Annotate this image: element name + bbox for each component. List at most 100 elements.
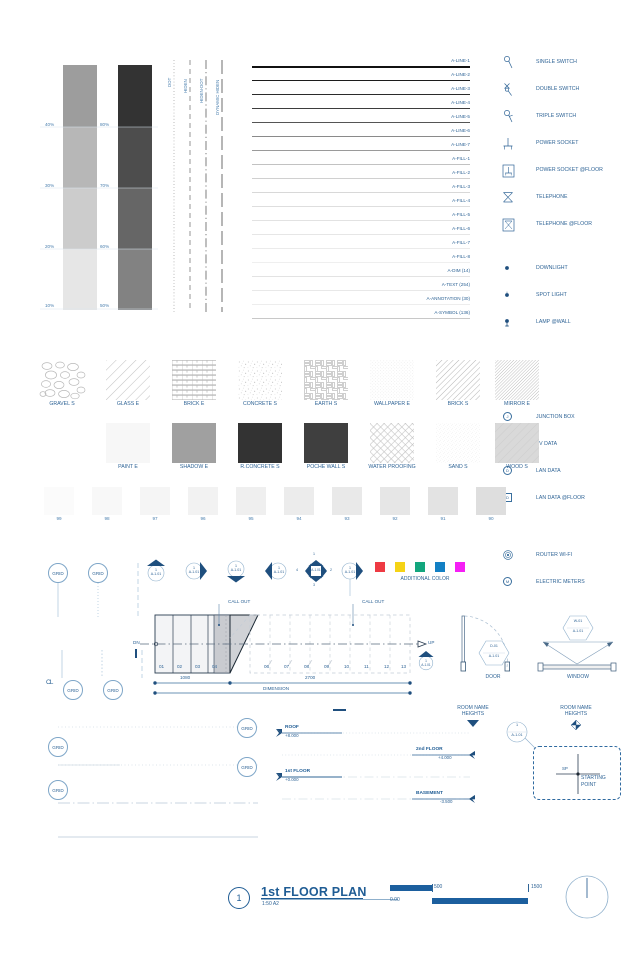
line-weight-label: A-LINE-7 <box>451 142 470 147</box>
color-swatch-red <box>375 562 385 572</box>
scale-bar-end-label: 1500 <box>531 884 543 890</box>
starting-point-box: SP STARTING POINT <box>533 746 621 800</box>
wallpaper-hatch-icon <box>370 360 414 400</box>
callout-number: 1 <box>349 566 351 570</box>
downlight-icon <box>505 266 509 270</box>
grid-bubble[interactable]: GRID <box>237 718 257 738</box>
door-symbol-group: D-01 A-1.01 DOOR <box>458 612 528 687</box>
grid-bubble[interactable]: GRID <box>63 680 83 700</box>
double-switch-icon <box>504 83 512 96</box>
glass-hatch-icon <box>106 360 150 400</box>
callout-text: 1 A-1.01 <box>223 564 249 573</box>
line-weight-label: A-FILL-3 <box>452 184 470 189</box>
starting-point-group: 1 A-1.01 SP STARTING POINT <box>505 720 625 800</box>
room-name-line1: ROOM NAME <box>457 705 489 711</box>
telephone-floor-icon <box>502 218 515 232</box>
hatch-wood <box>495 423 539 463</box>
gray-swatch-label: 97 <box>152 516 158 521</box>
callout-sheet-ref: A-1.01 <box>311 568 321 572</box>
gray-swatch <box>92 487 122 515</box>
legend-row-router-wifi: ROUTER WI-FI <box>500 550 640 566</box>
grid-bubble[interactable]: GRID <box>48 780 68 800</box>
legend-label: TELEPHONE @FLOOR <box>536 221 592 227</box>
line-pattern-label: DYNAMIC HIDEN <box>215 79 220 115</box>
single-switch-icon <box>504 56 513 69</box>
grid-bubble[interactable]: GRID <box>103 680 123 700</box>
hatch-label: MIRROR E <box>504 401 530 407</box>
plan-detail: CALL OUT CALL OUT 01 02 03 04 06 07 08 0… <box>140 598 440 698</box>
window-tag-code: W-01 <box>573 619 583 623</box>
title-view-number[interactable]: 1 <box>228 887 250 909</box>
line-weight-label: A-LINE-4 <box>451 100 470 105</box>
line-weight-label: A-FILL-7 <box>452 240 470 245</box>
call-out-label-right: CALL OUT <box>362 599 385 604</box>
callout-number: 1 <box>193 566 195 570</box>
hatch-label: BRICK S <box>447 401 469 407</box>
legend-row-triple-switch: TRIPLE SWITCH <box>500 109 640 127</box>
gray-swatch-label: 99 <box>56 516 62 521</box>
stair-number: 12 <box>384 664 390 669</box>
callout-text: 1 A-1.01 <box>181 566 207 575</box>
sp-line2: POINT <box>581 781 597 788</box>
callout-marker-up[interactable]: 1 A-1.01 <box>143 558 169 584</box>
line-weight-label: A-FILL-5 <box>452 212 470 217</box>
grid-bubble[interactable]: GRID <box>48 737 68 757</box>
callout-number: 1 <box>235 564 237 568</box>
hatch-brick-s <box>436 360 480 400</box>
up-callout-marker[interactable]: 1 A-1.01 <box>415 650 437 672</box>
grid-bubble[interactable]: GRID <box>88 563 108 583</box>
level-elevation: +0.000 <box>285 777 299 782</box>
center-line-label: CL <box>46 679 53 686</box>
hatch-label: WOOD S <box>506 464 528 470</box>
gray-swatch <box>476 487 506 515</box>
sp-callout-ref: A-1.01 <box>511 733 523 737</box>
line-pattern-label: HIDEN-DOT <box>199 78 204 103</box>
gray-swatch <box>236 487 266 515</box>
grid-bubble[interactable]: GRID <box>48 563 68 583</box>
gray-swatch-label: 95 <box>248 516 254 521</box>
legend-row-downlight: DOWNLIGHT <box>500 262 640 280</box>
callout-marker-down[interactable]: 1 A-1.01 <box>223 558 249 584</box>
level-elevation: -3.500 <box>440 799 453 804</box>
legend-label: SINGLE SWITCH <box>536 59 577 65</box>
window-tag-ref: A-1.01 <box>572 629 584 633</box>
call-out-label-left: CALL OUT <box>228 599 251 604</box>
legend-label: DOUBLE SWITCH <box>536 86 580 92</box>
concrete-hatch-icon <box>238 360 282 400</box>
level-name: BASEMENT <box>416 791 443 796</box>
room-name-line2: HEIGHTS <box>564 711 588 718</box>
scale-bar-tick-mid <box>432 884 433 892</box>
hatch-label: WATER PROOFING <box>368 464 416 470</box>
callout-marker-four-way[interactable]: A-1.01 1 3 4 2 <box>296 552 332 587</box>
page-title: 1st FLOOR PLAN <box>261 885 367 899</box>
title-block: 1 1st FLOOR PLAN 1:50 A2 <box>228 885 398 915</box>
door-tag-ref: A-1.01 <box>488 654 500 658</box>
stair-number: 08 <box>304 664 310 669</box>
level-elevation: +8.000 <box>285 733 299 738</box>
color-swatch-blue <box>435 562 445 572</box>
line-weight-label: A-LINE-3 <box>451 86 470 91</box>
callout-marker-left[interactable]: 1 A-1.01 <box>263 558 289 584</box>
scale-bar-segment-bottom <box>432 898 528 904</box>
window-symbol-group: W-01 A-1.01 WINDOW <box>533 612 623 687</box>
level-name: 1st FLOOR <box>285 769 311 774</box>
scale-bar-zero-label: 0.00 <box>390 897 400 903</box>
stair-number: 09 <box>324 664 330 669</box>
line-weight-label: A-TEXT (254) <box>441 282 470 287</box>
power-socket-floor-icon <box>502 164 515 178</box>
hatch-label: R.CONCRETE S <box>240 464 280 470</box>
legend-row-electric-meters: M ELECTRIC METERS <box>500 577 640 593</box>
badge-text: J <box>506 414 509 419</box>
legend-label: LAMP @WALL <box>536 319 571 325</box>
callout-marker-right-leader[interactable]: 1 A-1.01 <box>339 558 365 596</box>
gray-swatch <box>44 487 74 515</box>
line-weight-label: A-SYMBOL (136) <box>434 310 470 315</box>
door-tag[interactable]: D-01 A-1.01 <box>478 640 510 666</box>
grid-bubble[interactable]: GRID <box>237 757 257 777</box>
hatch-glass <box>106 360 150 400</box>
hatch-sand <box>436 423 480 463</box>
window-tag[interactable]: W-01 A-1.01 <box>562 615 594 641</box>
callout-marker-right[interactable]: 1 A-1.01 <box>183 558 209 584</box>
grid-bubble-label: GRID <box>52 787 64 793</box>
grid-bubble-label: GRID <box>107 687 119 693</box>
